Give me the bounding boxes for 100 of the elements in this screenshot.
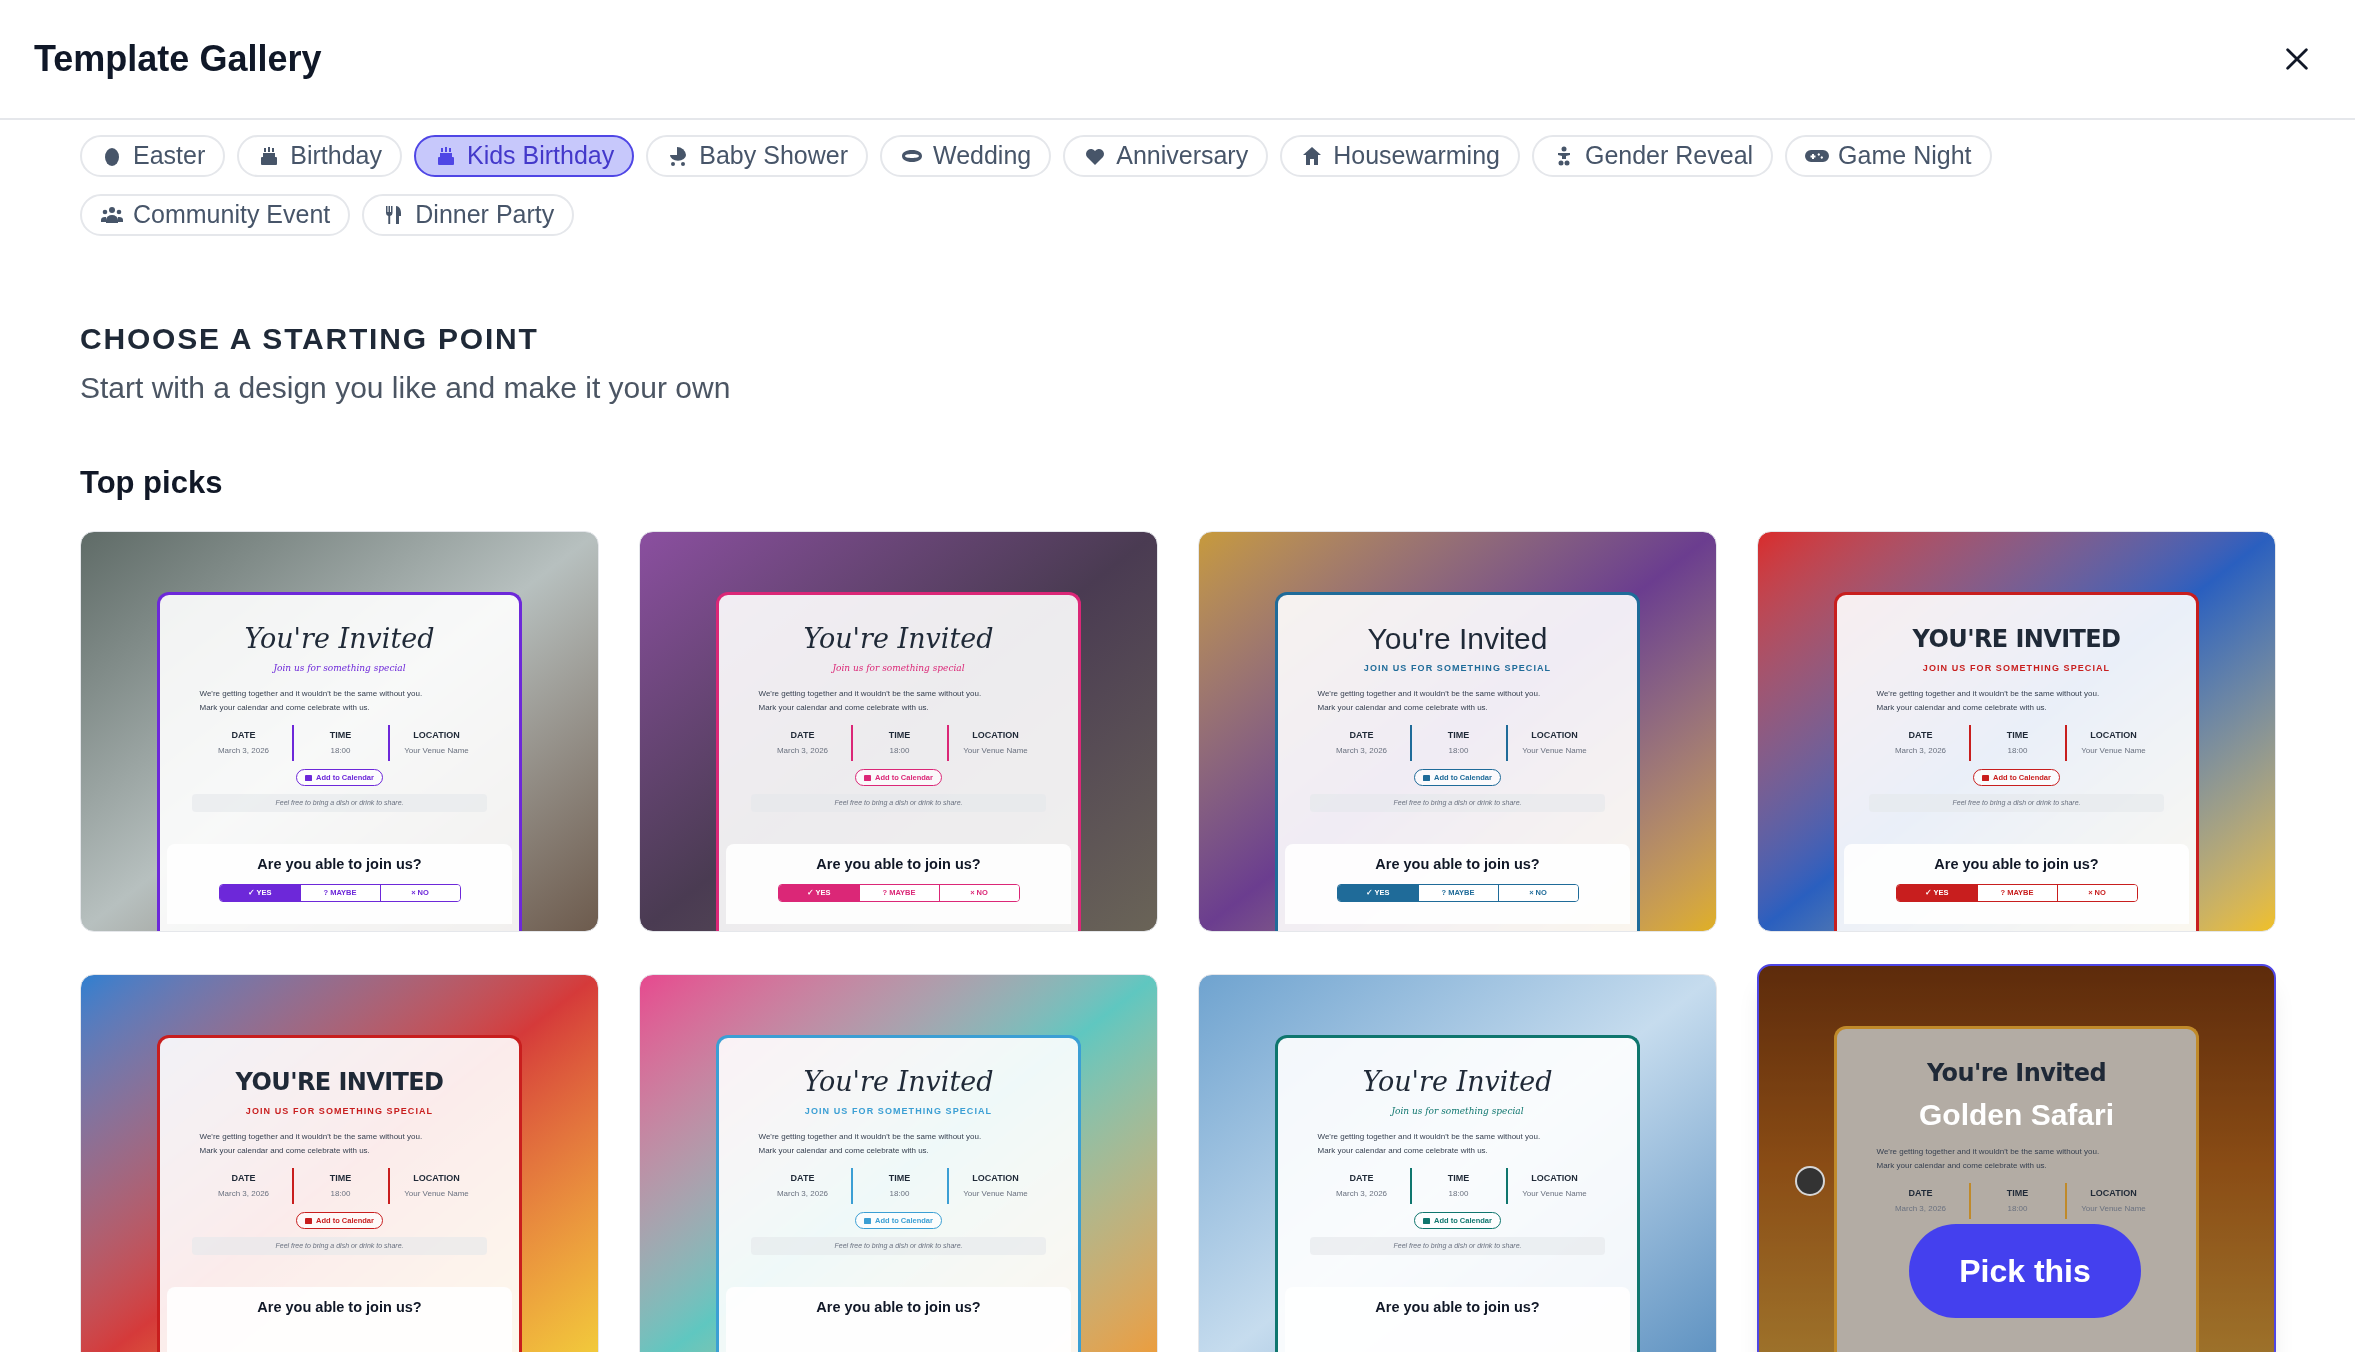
- detail-value: March 3, 2026: [1894, 1203, 1947, 1215]
- detail-label: TIME: [1447, 1171, 1470, 1185]
- invitation-subtitle: JOIN US FOR SOMETHING SPECIAL: [1922, 661, 2111, 675]
- detail-value: 18:00: [330, 745, 351, 757]
- rsvp-question: Are you able to join us?: [257, 855, 422, 874]
- detail-label: LOCATION: [1531, 728, 1578, 742]
- invitation-message: We're getting together and it wouldn't be the same without you. Mark your calendar and come celebrate with us.: [1876, 687, 2101, 714]
- invitation-message: We're getting together and it wouldn't be the same without you. Mark your calendar and come celebrate with us.: [1876, 1145, 2101, 1172]
- invitation-message: We're getting together and it wouldn't be the same without you. Mark your calendar and come celebrate with us.: [758, 687, 983, 714]
- category-chip[interactable]: Baby Shower: [646, 135, 868, 177]
- detail-value: Your Venue Name: [404, 1188, 469, 1200]
- detail-label: TIME: [888, 728, 911, 742]
- detail-label: DATE: [790, 1171, 815, 1185]
- detail-label: DATE: [1349, 728, 1374, 742]
- detail-label: LOCATION: [972, 728, 1019, 742]
- invitation-title: YOU'RE INVITED: [1912, 623, 2121, 655]
- detail-value: Your Venue Name: [963, 1188, 1028, 1200]
- detail-value: 18:00: [889, 1188, 910, 1200]
- invitation-message: We're getting together and it wouldn't be the same without you. Mark your calendar and come celebrate with us.: [1317, 1130, 1542, 1157]
- invitation-title: You're Invited: [1362, 1064, 1553, 1099]
- detail-label: DATE: [231, 1171, 256, 1185]
- detail-label: TIME: [329, 728, 352, 742]
- detail-label: TIME: [1447, 728, 1470, 742]
- detail-value: March 3, 2026: [776, 745, 829, 757]
- invitation-title: You're Invited: [803, 1064, 994, 1099]
- top-picks-heading: Top picks: [80, 464, 224, 502]
- gallery-title: Template Gallery: [34, 37, 322, 81]
- category-chip[interactable]: Kids Birthday: [414, 135, 635, 177]
- detail-value: 18:00: [1448, 745, 1469, 757]
- category-chip[interactable]: Dinner Party: [362, 194, 575, 236]
- category-chip[interactable]: Wedding: [880, 135, 1052, 177]
- detail-label: DATE: [231, 728, 256, 742]
- category-chip[interactable]: Community Event: [80, 194, 351, 236]
- calendar-icon: [1423, 1217, 1431, 1224]
- invitation-subtitle: Join us for something special: [273, 661, 406, 675]
- template-card[interactable]: [1757, 963, 2276, 1352]
- detail-value: Your Venue Name: [1522, 1188, 1587, 1200]
- detail-value: March 3, 2026: [1335, 745, 1388, 757]
- detail-label: LOCATION: [1531, 1171, 1578, 1185]
- detail-value: 18:00: [889, 745, 910, 757]
- section-heading: CHOOSE A STARTING POINT: [80, 321, 540, 357]
- detail-label: TIME: [329, 1171, 352, 1185]
- rsvp-question: Are you able to join us?: [816, 1298, 981, 1317]
- detail-value: Your Venue Name: [2081, 745, 2146, 757]
- invitation-message: We're getting together and it wouldn't be the same without you. Mark your calendar and come celebrate with us.: [758, 1130, 983, 1157]
- rsvp-question: Are you able to join us?: [1375, 1298, 1540, 1317]
- detail-label: DATE: [1349, 1171, 1374, 1185]
- invitation-subtitle: JOIN US FOR SOMETHING SPECIAL: [1363, 661, 1552, 675]
- category-chip[interactable]: Anniversary: [1063, 135, 1269, 177]
- invitation-message: We're getting together and it wouldn't be the same without you. Mark your calendar and come celebrate with us.: [199, 687, 424, 714]
- category-chip[interactable]: Housewarming: [1280, 135, 1520, 177]
- category-chip[interactable]: Game Night: [1785, 135, 1992, 177]
- section-subheading: Start with a design you like and make it your own: [80, 370, 732, 406]
- calendar-icon: [1423, 774, 1431, 781]
- invitation-title: You're Invited: [1367, 620, 1548, 657]
- detail-label: DATE: [1908, 1186, 1933, 1200]
- detail-label: DATE: [1908, 728, 1933, 742]
- calendar-icon: [305, 774, 313, 781]
- detail-value: March 3, 2026: [217, 1188, 270, 1200]
- invitation-subtitle: JOIN US FOR SOMETHING SPECIAL: [804, 1104, 993, 1118]
- detail-value: March 3, 2026: [776, 1188, 829, 1200]
- calendar-icon: [305, 1217, 313, 1224]
- detail-value: 18:00: [2007, 1203, 2028, 1215]
- invitation-title: You're Invited: [803, 621, 994, 656]
- rsvp-question: Are you able to join us?: [1375, 855, 1540, 874]
- detail-label: LOCATION: [2090, 1186, 2137, 1200]
- invitation-title: YOU'RE INVITED: [235, 1066, 444, 1098]
- template-name: Golden Safari: [1918, 1097, 2114, 1133]
- detail-value: 18:00: [330, 1188, 351, 1200]
- detail-value: Your Venue Name: [1522, 745, 1587, 757]
- detail-value: Your Venue Name: [963, 745, 1028, 757]
- detail-value: 18:00: [1448, 1188, 1469, 1200]
- detail-label: LOCATION: [2090, 728, 2137, 742]
- detail-label: LOCATION: [413, 728, 460, 742]
- detail-label: TIME: [2006, 728, 2029, 742]
- category-chip[interactable]: Easter: [80, 135, 226, 177]
- detail-value: Your Venue Name: [404, 745, 469, 757]
- detail-value: March 3, 2026: [1335, 1188, 1388, 1200]
- detail-label: LOCATION: [413, 1171, 460, 1185]
- invitation-subtitle: JOIN US FOR SOMETHING SPECIAL: [245, 1104, 434, 1118]
- rsvp-question: Are you able to join us?: [1934, 855, 2099, 874]
- pick-button[interactable]: Pick this: [1909, 1223, 2141, 1318]
- detail-value: March 3, 2026: [1894, 745, 1947, 757]
- calendar-icon: [864, 1217, 872, 1224]
- category-chip[interactable]: Birthday: [237, 135, 402, 177]
- invitation-title: You're Invited: [244, 621, 435, 656]
- detail-label: TIME: [888, 1171, 911, 1185]
- invitation-subtitle: Join us for something special: [832, 661, 965, 675]
- invitation-title: You're Invited: [1927, 1057, 2106, 1089]
- category-chip[interactable]: Gender Reveal: [1531, 135, 1774, 177]
- detail-label: LOCATION: [972, 1171, 1019, 1185]
- rsvp-question: Are you able to join us?: [257, 1298, 422, 1317]
- rsvp-question: Are you able to join us?: [816, 855, 981, 874]
- detail-value: March 3, 2026: [217, 745, 270, 757]
- detail-label: DATE: [790, 728, 815, 742]
- invitation-message: We're getting together and it wouldn't be the same without you. Mark your calendar and come celebrate with us.: [199, 1130, 424, 1157]
- detail-label: TIME: [2006, 1186, 2029, 1200]
- invitation-subtitle: Join us for something special: [1391, 1104, 1524, 1118]
- invitation-message: We're getting together and it wouldn't be the same without you. Mark your calendar and come celebrate with us.: [1317, 687, 1542, 714]
- calendar-icon: [1982, 774, 1990, 781]
